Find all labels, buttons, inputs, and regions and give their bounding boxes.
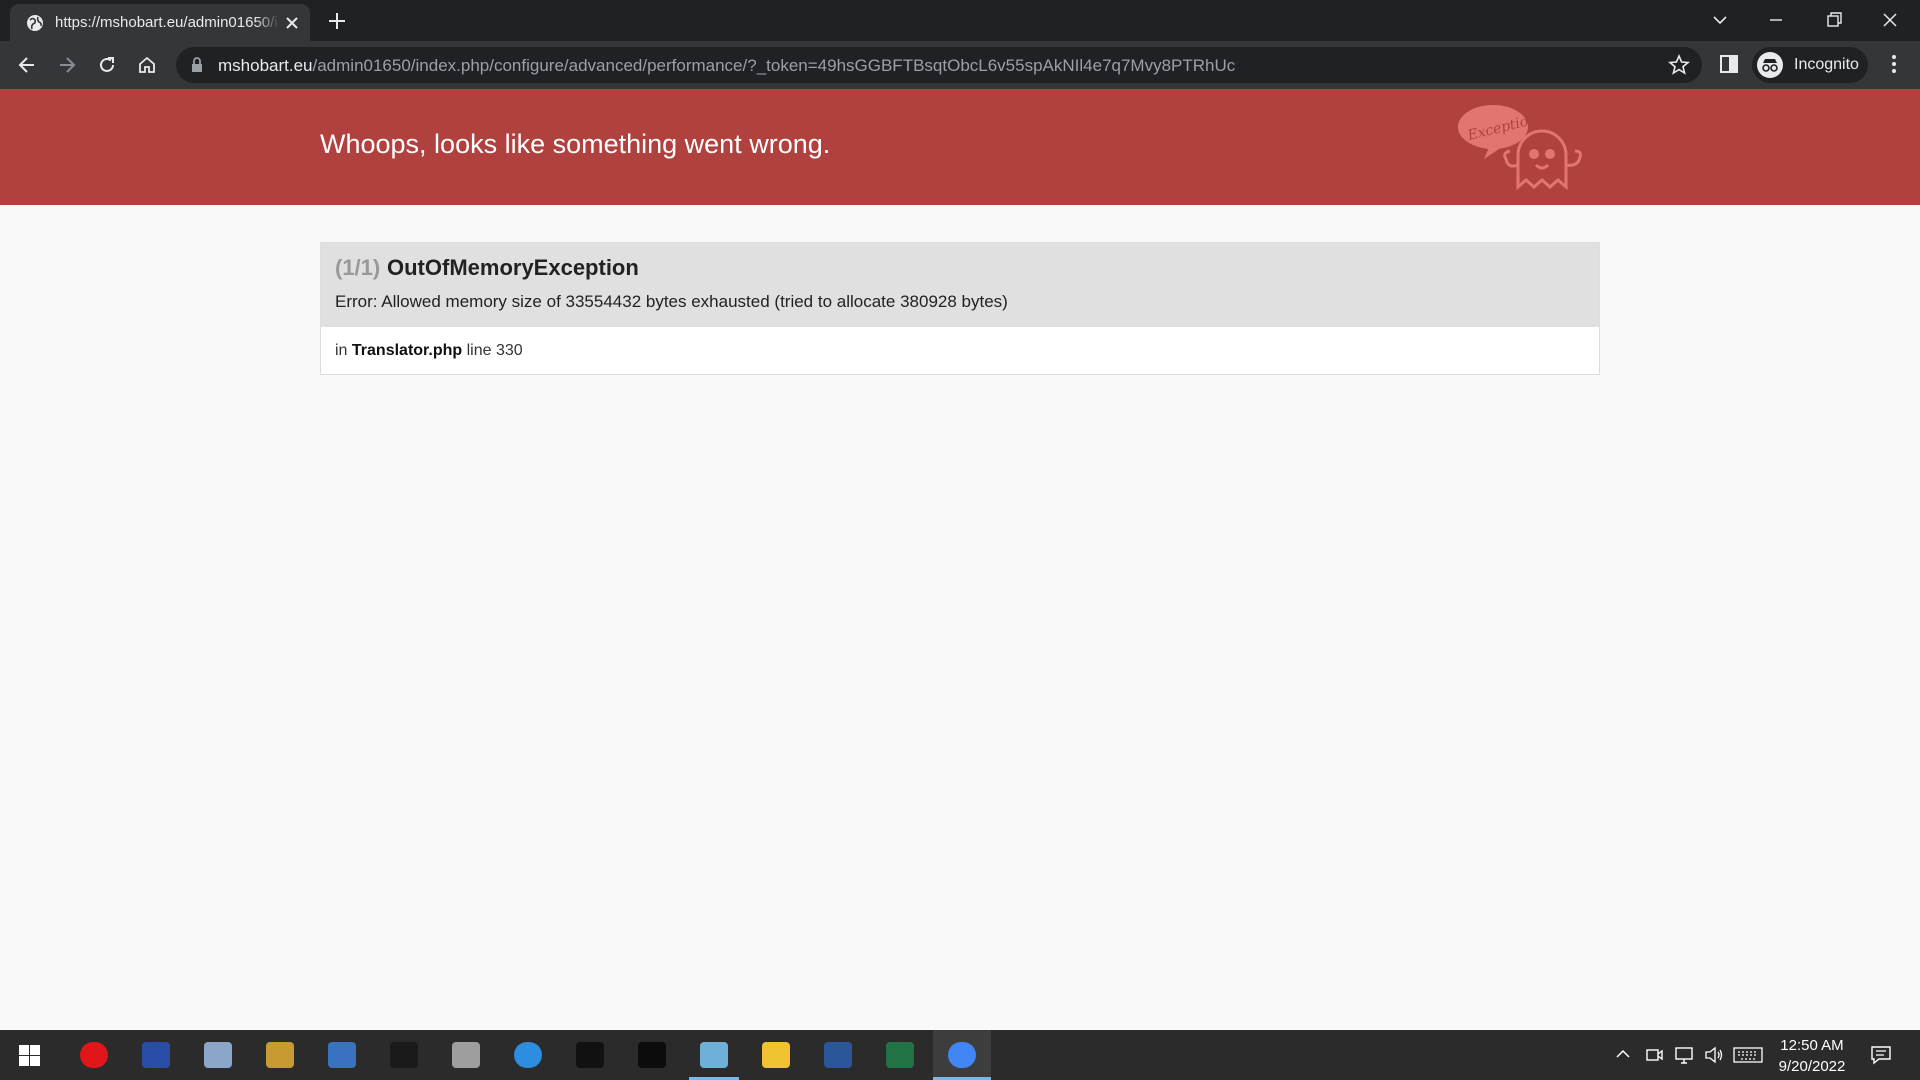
reload-button[interactable] (92, 50, 122, 80)
taskbar-app-app-blue[interactable] (127, 1030, 185, 1080)
bookmark-star-icon[interactable] (1668, 54, 1690, 76)
address-url[interactable]: mshobart.eu/admin01650/index.php/configu… (218, 56, 1235, 76)
profile-label: Incognito (1794, 56, 1859, 73)
restore-icon (1827, 12, 1842, 27)
taskbar-app-archive[interactable] (251, 1030, 309, 1080)
tab-search-button[interactable] (1692, 0, 1748, 41)
tab-title-fade (255, 10, 280, 36)
minimize-icon (1770, 19, 1782, 21)
ie-icon (514, 1042, 542, 1068)
exception-location: in Translator.php line 330 (335, 342, 523, 360)
explorer-icon (762, 1042, 790, 1068)
tab-title: https://mshobart.eu/admin01650/index.php… (55, 14, 277, 31)
forward-button[interactable] (52, 50, 82, 80)
taskbar-app-7zip[interactable] (375, 1030, 433, 1080)
word-icon (824, 1042, 852, 1068)
url-host: mshobart.eu (218, 56, 313, 75)
terminal-icon (638, 1042, 666, 1068)
chevron-up-icon[interactable] (1615, 1046, 1631, 1062)
arrow-right-icon (60, 57, 76, 73)
chevron-down-icon (1713, 16, 1727, 25)
exception-counter: (1/1) (335, 255, 381, 280)
incognito-profile-button[interactable]: Incognito (1752, 47, 1868, 83)
close-icon (1883, 13, 1897, 27)
reload-icon (100, 57, 114, 72)
home-button[interactable] (132, 50, 162, 80)
archive-icon (266, 1042, 294, 1068)
taskbar-app-mail[interactable] (561, 1030, 619, 1080)
address-bar[interactable]: mshobart.eu/admin01650/index.php/configu… (176, 47, 1702, 83)
minimize-button[interactable] (1748, 0, 1804, 41)
meet-now-icon[interactable] (1645, 1046, 1663, 1064)
taskbar-app-opera[interactable] (65, 1030, 123, 1080)
taskbar-clock[interactable]: 12:50 AM 9/20/2022 (1768, 1035, 1856, 1077)
exception-line: line 330 (466, 342, 523, 359)
volume-icon[interactable] (1704, 1046, 1724, 1064)
exception-title-block: (1/1) OutOfMemoryException Error: Allowe… (321, 243, 1599, 327)
clock-time: 12:50 AM (1780, 1037, 1844, 1054)
windows-taskbar: 12:50 AM 9/20/2022 (0, 1030, 1920, 1080)
notification-icon[interactable] (1870, 1045, 1892, 1065)
mail-icon (576, 1042, 604, 1068)
browser-tab-strip: https://mshobart.eu/admin01650/index.php… (0, 0, 1920, 41)
chrome-icon (948, 1042, 976, 1068)
taskbar-app-ie[interactable] (499, 1030, 557, 1080)
home-icon (139, 56, 155, 73)
taskbar-app-notepad[interactable] (685, 1030, 743, 1080)
start-button[interactable] (0, 1030, 58, 1080)
clock-date: 9/20/2022 (1778, 1058, 1846, 1075)
close-tab-icon[interactable] (282, 13, 302, 33)
exception-summary: (1/1) OutOfMemoryException Error: Allowe… (320, 242, 1600, 375)
opera-icon (80, 1042, 108, 1068)
restore-button[interactable] (1806, 0, 1862, 41)
paint-icon (204, 1042, 232, 1068)
files-icon (452, 1042, 480, 1068)
taskbar-app-vlc-like[interactable] (313, 1030, 371, 1080)
arrow-left-icon (18, 57, 34, 73)
vlc-like-icon (328, 1042, 356, 1068)
taskbar-app-excel[interactable] (871, 1030, 929, 1080)
location-prefix: in (335, 342, 348, 359)
exception-location-block: in Translator.php line 330 (321, 327, 1599, 374)
exception-file: Translator.php (351, 342, 463, 359)
exception-message: Error: Allowed memory size of 33554432 b… (335, 292, 1008, 311)
new-tab-icon[interactable] (326, 10, 348, 32)
taskbar-app-terminal[interactable] (623, 1030, 681, 1080)
url-path: /admin01650/index.php/configure/advanced… (312, 56, 1236, 75)
keyboard-icon[interactable] (1733, 1046, 1763, 1064)
taskbar-app-chrome[interactable] (933, 1030, 991, 1080)
windows-icon (19, 1045, 40, 1066)
notepad-icon (700, 1042, 728, 1068)
globe-icon (27, 15, 43, 31)
taskbar-app-explorer[interactable] (747, 1030, 805, 1080)
exception-class: OutOfMemoryException (387, 255, 639, 280)
app-blue-icon (142, 1042, 170, 1068)
exception-header: Whoops, looks like something went wrong.… (0, 89, 1920, 205)
taskbar-app-files[interactable] (437, 1030, 495, 1080)
network-icon[interactable] (1675, 1046, 1695, 1064)
side-panel-icon[interactable] (1716, 51, 1742, 77)
page-title: Whoops, looks like something went wrong. (320, 129, 831, 159)
excel-icon (886, 1042, 914, 1068)
taskbar-app-word[interactable] (809, 1030, 867, 1080)
browser-tab-active[interactable]: https://mshobart.eu/admin01650/index.php… (10, 4, 310, 41)
back-button[interactable] (12, 50, 42, 80)
lock-icon[interactable] (190, 57, 204, 73)
browser-toolbar: mshobart.eu/admin01650/index.php/configu… (0, 41, 1920, 89)
taskbar-app-paint[interactable] (189, 1030, 247, 1080)
close-window-button[interactable] (1862, 0, 1918, 41)
more-vert-icon[interactable] (1884, 51, 1904, 77)
exception-ghost-logo: Exception! (1458, 105, 1582, 191)
incognito-icon (1757, 52, 1783, 78)
7zip-icon (390, 1042, 418, 1068)
